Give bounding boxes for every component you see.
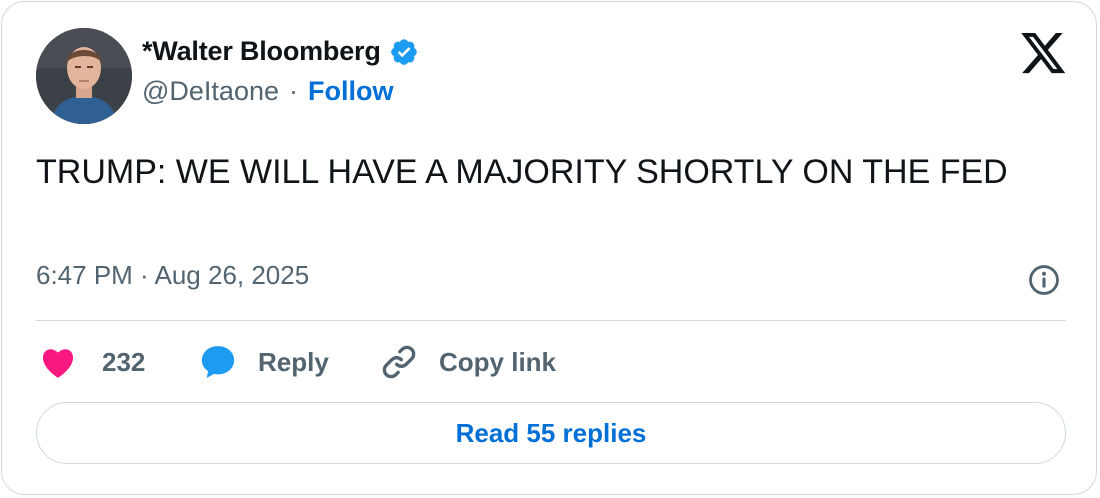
reply-button[interactable]: Reply [198,340,329,384]
author-handle-row: @DeItaone · Follow [142,76,393,107]
x-logo-icon[interactable] [1021,33,1067,75]
author-handle[interactable]: @DeItaone [142,76,279,107]
author-display-name[interactable]: *Walter Bloomberg [142,36,381,67]
read-replies-button[interactable]: Read 55 replies [36,402,1066,464]
reply-label: Reply [258,346,329,377]
like-button[interactable]: 232 [40,340,145,384]
separator-dot: · [289,76,298,106]
tweet-timestamp[interactable]: 6:47 PM · Aug 26, 2025 [36,260,309,291]
follow-button[interactable]: Follow [308,76,393,107]
heart-icon [42,349,74,378]
read-replies-label: Read 55 replies [455,417,647,448]
divider [36,320,1066,321]
copy-link-button[interactable]: Copy link [379,340,556,384]
verified-badge-icon [390,38,417,65]
author-name-row: *Walter Bloomberg [142,36,419,67]
link-icon [382,345,416,379]
speech-bubble-icon [201,346,235,378]
tweet-text: TRUMP: WE WILL HAVE A MAJORITY SHORTLY O… [36,153,1008,191]
tweet-card: *Walter Bloomberg @DeItaone · Follow TRU… [1,1,1097,495]
like-count: 232 [102,346,146,377]
info-icon[interactable] [1027,263,1061,297]
avatar[interactable] [36,28,132,124]
copy-link-label: Copy link [439,346,557,377]
